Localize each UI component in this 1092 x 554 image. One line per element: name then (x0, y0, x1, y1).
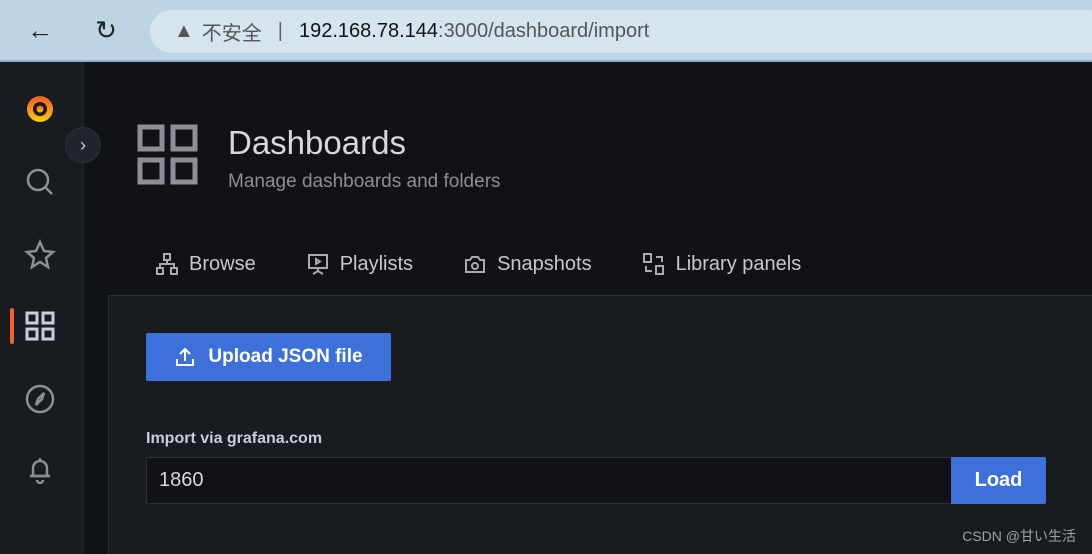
upload-icon (176, 347, 195, 366)
upload-label: Upload JSON file (208, 346, 363, 367)
tab-playlists[interactable]: Playlists (306, 252, 413, 276)
address-bar[interactable]: ▲ 不安全 | 192.168.78.144:3000/dashboard/im… (150, 10, 1092, 53)
active-indicator (10, 308, 14, 344)
divider: | (277, 20, 283, 42)
security-label: 不安全 (201, 23, 262, 45)
upload-json-button[interactable]: Upload JSON file (146, 333, 391, 381)
presentation-icon (307, 254, 328, 275)
tab-label: Playlists (339, 252, 414, 275)
grafana-logo-icon[interactable] (22, 90, 58, 126)
expand-sidebar-button[interactable]: › (65, 127, 101, 163)
load-button[interactable]: Load (951, 457, 1046, 504)
page-subtitle: Manage dashboards and folders (228, 171, 501, 192)
page-title: Dashboards (228, 124, 406, 161)
tab-label: Snapshots (497, 252, 592, 275)
search-icon[interactable] (22, 164, 58, 200)
url-path: :3000/dashboard/import (438, 20, 650, 42)
reload-button[interactable]: ↻ (90, 14, 122, 46)
dashboards-page-icon (137, 124, 199, 191)
tab-bar: Browse Playlists Snapshots Library panel… (155, 252, 851, 276)
warning-icon: ▲ (174, 20, 194, 42)
watermark: CSDN @甘い生活 (962, 528, 1076, 544)
browser-toolbar: ← ↻ ▲ 不安全 | 192.168.78.144:3000/dashboar… (0, 0, 1092, 62)
import-via-label: Import via grafana.com (146, 430, 323, 447)
dashboards-icon[interactable] (22, 308, 58, 344)
library-panel-icon (642, 253, 664, 275)
tab-library-panels[interactable]: Library panels (642, 252, 802, 276)
tab-browse[interactable]: Browse (155, 252, 256, 276)
import-panel: Upload JSON file Import via grafana.com … (108, 295, 1092, 554)
tab-label: Browse (189, 252, 256, 275)
tab-snapshots[interactable]: Snapshots (463, 252, 592, 276)
tab-label: Library panels (675, 252, 802, 275)
url-host: 192.168.78.144 (299, 20, 439, 42)
back-button[interactable]: ← (24, 14, 56, 46)
camera-icon (465, 256, 486, 273)
explore-compass-icon[interactable] (22, 381, 58, 417)
sitemap-icon (156, 253, 178, 275)
bell-icon[interactable] (22, 452, 58, 488)
star-icon[interactable] (22, 237, 58, 273)
grafana-id-input[interactable]: 1860 (146, 457, 952, 504)
